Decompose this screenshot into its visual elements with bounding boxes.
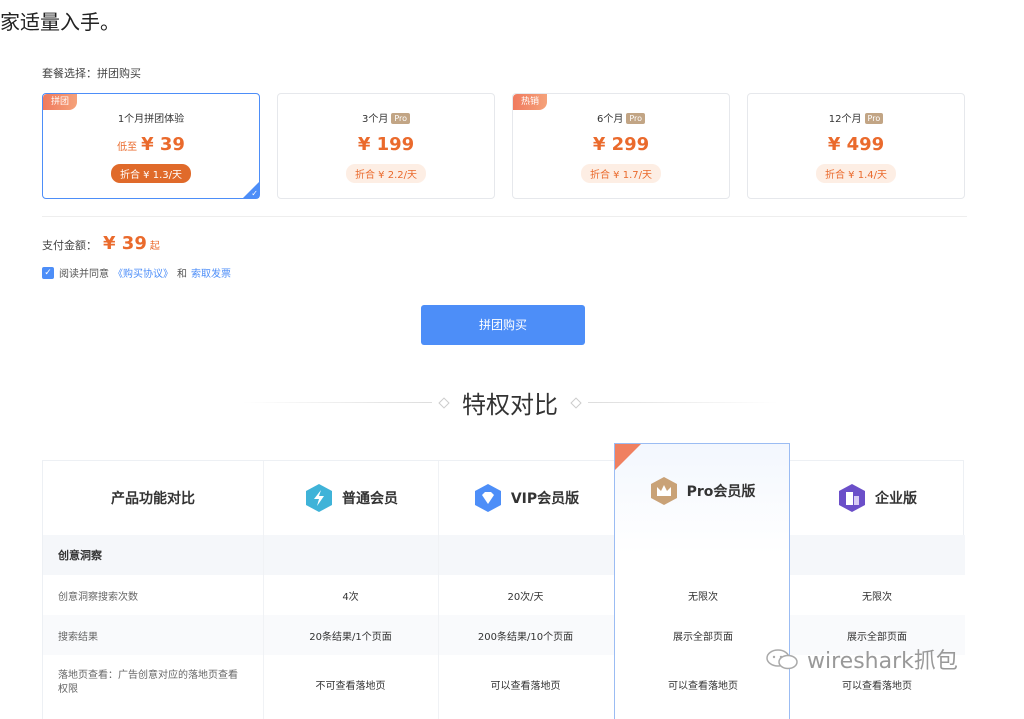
plan-price: ¥ 299 [592, 134, 650, 155]
plan-name: 6个月 Pro [513, 110, 729, 125]
plan-daily-price: 折合 ¥ 2.2/天 [346, 164, 426, 183]
comparison-title: 特权对比 [462, 391, 558, 419]
cell-enterprise: 可以查看落地页 [842, 681, 912, 692]
agree-and: 和 [177, 269, 187, 280]
lightning-icon [306, 484, 332, 512]
plan-daily-price: 折合 ¥ 1.3/天 [111, 164, 191, 183]
article-text: 家适量入手。 [0, 10, 120, 34]
diamond-icon [474, 484, 501, 512]
tier-name: VIP会员版 [510, 491, 580, 507]
building-icon [839, 484, 865, 512]
pay-amount: ¥ 39 [103, 233, 147, 254]
divider [42, 216, 967, 217]
plan-name: 3个月 Pro [278, 110, 494, 125]
cell-vip: 可以查看落地页 [490, 681, 561, 692]
title-line-left [242, 402, 432, 403]
tier-name: 普通会员 [342, 491, 398, 507]
plan-tag: 拼团 [43, 94, 78, 110]
column-header: 普通会员 [264, 461, 438, 535]
agreement-row: ✓ 阅读并同意 《购买协议》 和 索取发票 [42, 265, 235, 280]
plan-name: 12个月 Pro [748, 110, 964, 125]
plan-card-1month[interactable]: 拼团 1个月拼团体验 低至 ¥ 39 折合 ¥ 1.3/天 ✓ [42, 93, 260, 199]
category-label: 创意洞察 [58, 549, 102, 562]
diamond-ornament-icon [570, 396, 582, 409]
comparison-table: 产品功能对比 普通会员 VIP会员版 企业版 创意洞察 创意洞察搜索次数 4次 … [42, 460, 965, 719]
comparison-title-row: 特权对比 [37, 385, 983, 420]
plan-name-text: 3个月 [361, 114, 389, 125]
column-header: 企业版 [789, 461, 965, 535]
pro-badge: Pro [626, 113, 646, 124]
feature-label-line: 权限 [58, 684, 78, 695]
agree-prefix: 阅读并同意 [59, 269, 109, 280]
column-header: 产品功能对比 [111, 491, 195, 507]
price-value: ¥ 39 [141, 134, 185, 155]
plan-card-3months[interactable]: 3个月 Pro ¥ 199 折合 ¥ 2.2/天 [277, 93, 495, 199]
feature-label-line: 落地页查看：广告创意对应的落地页查看 [58, 670, 238, 681]
package-label: 套餐选择：拼团购买 [42, 67, 141, 80]
plan-tag: 热销 [513, 94, 548, 110]
feature-label: 创意洞察搜索次数 [58, 592, 138, 603]
cell-vip: 200条结果/10个页面 [477, 632, 574, 643]
cell-vip: 20次/天 [507, 592, 544, 603]
watermark-text: wireshark抓包 [807, 649, 958, 674]
plan-price: ¥ 199 [357, 134, 415, 155]
group-buy-button[interactable]: 拼团购买 [421, 305, 585, 345]
pro-badge: Pro [864, 113, 884, 124]
pay-label: 支付金额： [42, 239, 97, 252]
watermark: wireshark抓包 [765, 643, 958, 675]
pro-column-highlight: Pro会员版 无限次 展示全部页面 可以查看落地页 [614, 443, 790, 719]
plan-name-text: 12个月 [828, 114, 862, 125]
plan-card-6months[interactable]: 热销 6个月 Pro ¥ 299 折合 ¥ 1.7/天 [512, 93, 730, 199]
agree-checkbox[interactable]: ✓ [42, 266, 54, 279]
cell-enterprise: 无限次 [862, 592, 892, 603]
tier-name: Pro会员版 [686, 484, 756, 500]
feature-label: 搜索结果 [58, 632, 98, 643]
tier-name: 企业版 [875, 491, 917, 507]
cell-pro: 无限次 [688, 592, 718, 603]
cell-enterprise: 展示全部页面 [847, 632, 907, 643]
low-label: 低至 [117, 142, 138, 153]
plan-price: ¥ 499 [827, 134, 885, 155]
cell-basic: 4次 [342, 592, 359, 603]
crown-icon [650, 477, 677, 505]
column-header: VIP会员版 [439, 461, 613, 535]
column-header: Pro会员版 [615, 454, 789, 528]
plan-name-text: 6个月 [596, 114, 624, 125]
wechat-icon [766, 649, 798, 670]
title-line-right [588, 402, 778, 403]
pay-amount-row: 支付金额： ¥ 39 起 [42, 233, 160, 254]
cell-basic: 20条结果/1个页面 [309, 632, 392, 643]
invoice-link[interactable]: 索取发票 [191, 265, 231, 280]
cell-pro: 展示全部页面 [673, 632, 733, 643]
pay-suffix: 起 [149, 241, 160, 252]
plan-name: 1个月拼团体验 [117, 114, 185, 125]
plan-card-12months[interactable]: 12个月 Pro ¥ 499 折合 ¥ 1.4/天 [747, 93, 965, 199]
plan-daily-price: 折合 ¥ 1.7/天 [581, 164, 661, 183]
cell-basic: 不可查看落地页 [315, 681, 386, 692]
diamond-ornament-icon [438, 396, 450, 409]
plan-price: 低至 ¥ 39 [43, 134, 259, 155]
cell-pro: 可以查看落地页 [668, 681, 738, 692]
purchase-agreement-link[interactable]: 《购买协议》 [113, 265, 173, 280]
selected-check-icon: ✓ [243, 182, 259, 198]
pro-badge: Pro [391, 113, 411, 124]
plan-daily-price: 折合 ¥ 1.4/天 [816, 164, 896, 183]
purchase-panel: 套餐选择：拼团购买 拼团 1个月拼团体验 低至 ¥ 39 折合 ¥ 1.3/天 ✓… [12, 40, 1007, 719]
feature-label: 落地页查看：广告创意对应的落地页查看 权限 [58, 669, 238, 697]
